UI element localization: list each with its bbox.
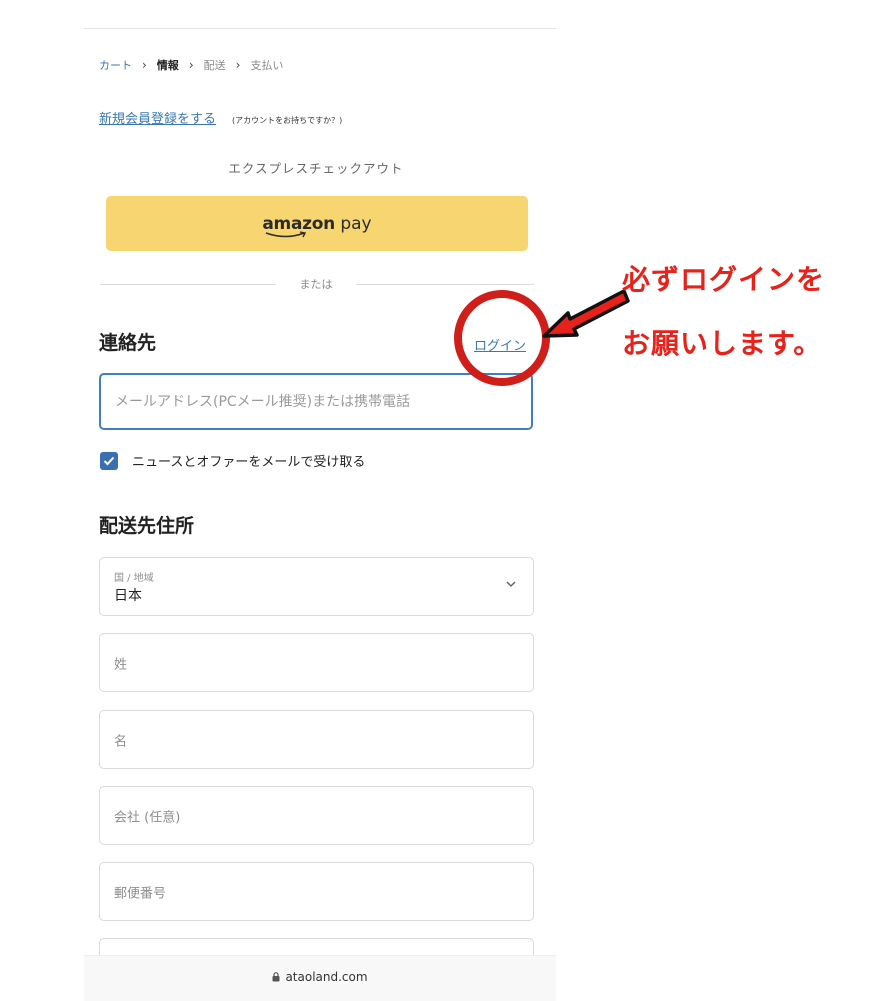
amazon-pay-button[interactable]: amazon pay bbox=[106, 196, 528, 251]
chevron-right-icon: › bbox=[235, 58, 241, 72]
chevron-right-icon: › bbox=[142, 58, 147, 72]
first-name-input[interactable]: 名 bbox=[99, 710, 534, 769]
url-display: ataoland.com bbox=[84, 970, 556, 984]
register-row: 新規会員登録をする (アカウントをお持ちですか？) bbox=[99, 108, 342, 127]
newsletter-row: ニュースとオファーをメールで受け取る bbox=[100, 451, 365, 470]
register-link[interactable]: 新規会員登録をする bbox=[99, 108, 216, 127]
last-name-input[interactable]: 姓 bbox=[99, 633, 534, 692]
breadcrumb-shipping: 配送 bbox=[203, 59, 226, 72]
annotation-arrow-icon bbox=[542, 289, 630, 338]
breadcrumb-info: 情報 bbox=[156, 59, 179, 72]
divider-line-left bbox=[100, 284, 276, 285]
contact-heading: 連絡先 bbox=[99, 332, 157, 354]
company-placeholder: 会社 (任意) bbox=[114, 810, 181, 825]
amazon-pay-logo: amazon pay bbox=[262, 213, 372, 237]
newsletter-checkbox[interactable] bbox=[100, 451, 118, 470]
pay-wordmark: pay bbox=[340, 213, 372, 234]
chevron-down-icon bbox=[506, 581, 516, 588]
top-divider bbox=[84, 28, 556, 29]
postal-code-placeholder: 郵便番号 bbox=[114, 886, 167, 901]
last-name-placeholder: 姓 bbox=[114, 657, 128, 672]
checkmark-icon bbox=[103, 456, 115, 465]
or-divider-text: または bbox=[299, 278, 333, 291]
annotation-text-line1: 必ずログインを bbox=[622, 263, 826, 296]
breadcrumb-payment: 支払い bbox=[250, 59, 284, 72]
shipping-address-heading: 配送先住所 bbox=[99, 515, 195, 537]
breadcrumb: カート › 情報 › 配送 › 支払い bbox=[99, 57, 283, 73]
annotation-circle bbox=[454, 290, 550, 386]
company-input[interactable]: 会社 (任意) bbox=[99, 786, 534, 845]
email-or-phone-input[interactable] bbox=[99, 373, 533, 430]
country-select-value: 日本 bbox=[114, 588, 142, 604]
lock-icon bbox=[272, 972, 280, 982]
divider-line-right bbox=[356, 284, 534, 285]
first-name-placeholder: 名 bbox=[114, 734, 128, 749]
express-checkout-title: エクスプレスチェックアウト bbox=[228, 161, 404, 176]
postal-code-input[interactable]: 郵便番号 bbox=[99, 862, 534, 921]
amazon-smile-icon bbox=[266, 230, 307, 237]
url-text: ataoland.com bbox=[285, 970, 368, 984]
breadcrumb-cart[interactable]: カート bbox=[99, 57, 132, 73]
register-note: (アカウントをお持ちですか？) bbox=[232, 116, 343, 125]
browser-url-bar[interactable]: ataoland.com bbox=[84, 955, 556, 1001]
country-select[interactable]: 国 / 地域 日本 bbox=[99, 557, 534, 616]
country-select-label: 国 / 地域 bbox=[114, 573, 154, 584]
chevron-right-icon: › bbox=[188, 58, 194, 72]
newsletter-label[interactable]: ニュースとオファーをメールで受け取る bbox=[132, 451, 365, 470]
annotation-text-line2: お願いします。 bbox=[622, 327, 823, 360]
